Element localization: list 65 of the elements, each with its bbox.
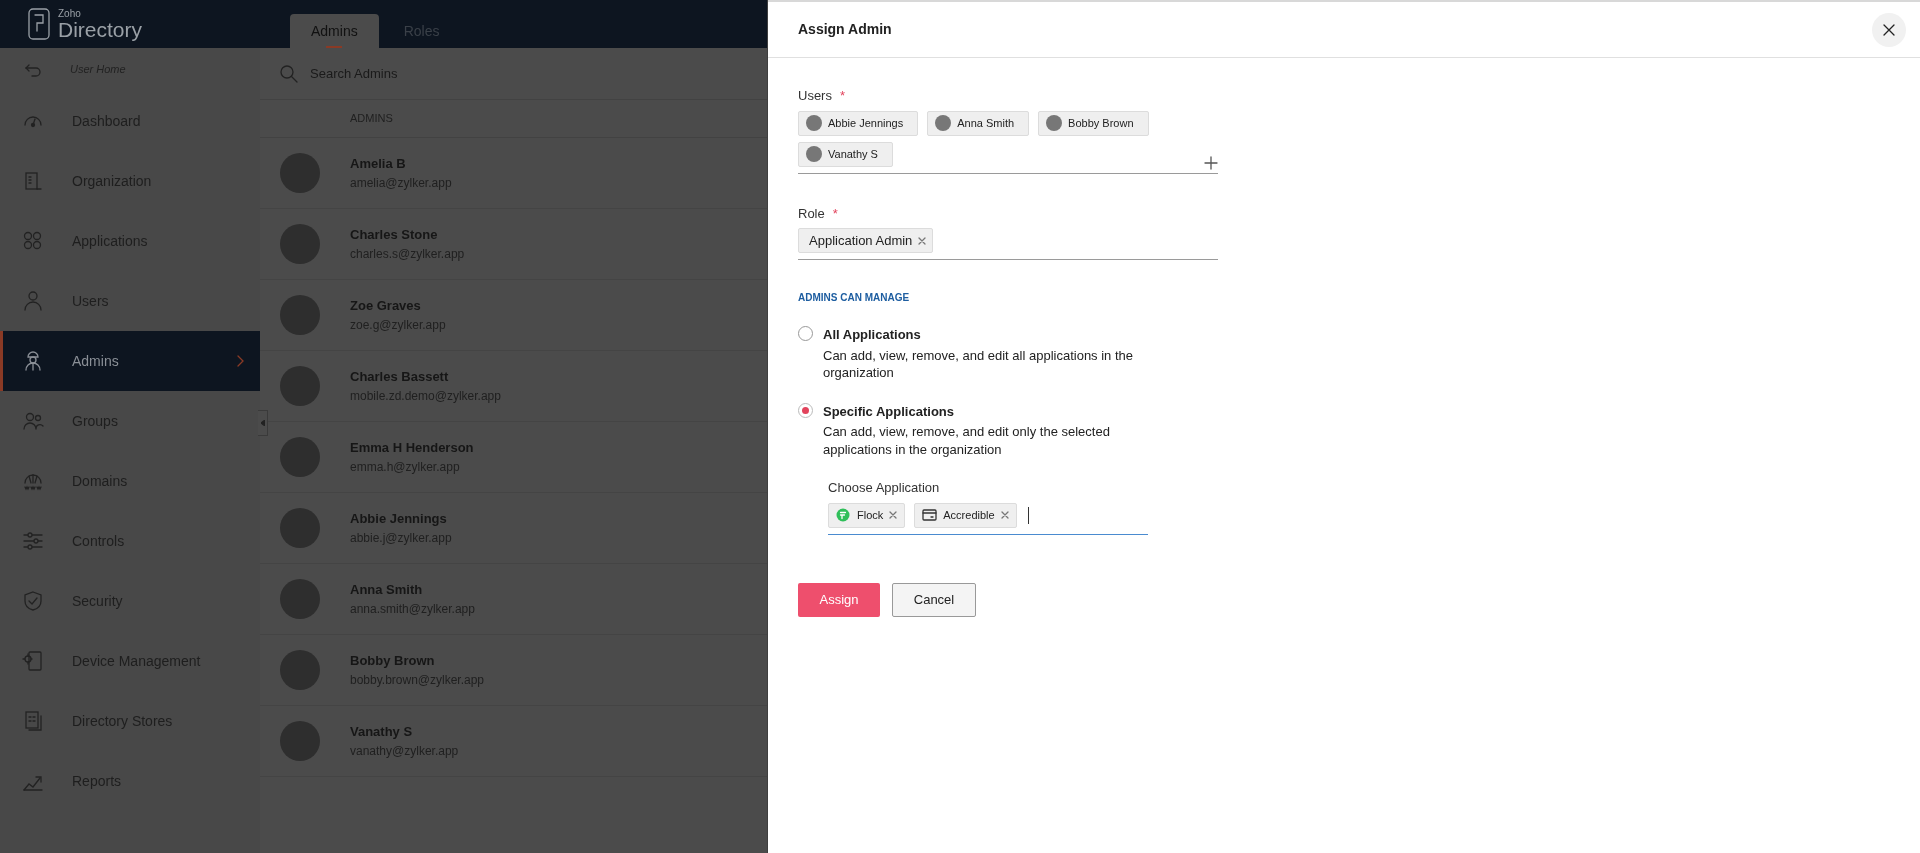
application-field[interactable]: Flock Accredible xyxy=(828,497,1148,535)
close-button[interactable] xyxy=(1872,12,1906,47)
field-label: Choose Application xyxy=(828,479,941,498)
remove-icon xyxy=(1000,511,1009,520)
device-icon xyxy=(22,650,44,672)
text-cursor xyxy=(1027,506,1029,524)
avatar xyxy=(280,224,320,264)
flock-logo-icon xyxy=(836,508,851,523)
application-chip[interactable]: Flock xyxy=(828,502,906,528)
required-mark: * xyxy=(832,204,838,223)
users-field[interactable]: Abbie Jennings Anna Smith Bobby Brown Vanathy S xyxy=(798,105,1218,174)
role-field[interactable]: Application Admin xyxy=(798,223,1218,260)
option-description: Can add, view, remove, and edit only the selected applications in the organization xyxy=(823,423,1111,459)
cancel-button[interactable]: Cancel xyxy=(892,582,976,617)
section-heading: ADMINS CAN MANAGE xyxy=(798,291,911,305)
user-chip[interactable]: Anna Smith xyxy=(927,110,1030,136)
application-chip[interactable]: Accredible xyxy=(914,502,1017,528)
building-icon xyxy=(22,170,44,192)
avatar xyxy=(280,295,320,335)
worker-icon xyxy=(22,350,44,372)
avatar xyxy=(280,579,320,619)
sliders-icon xyxy=(22,530,44,552)
avatar xyxy=(806,115,822,131)
user-chip[interactable]: Vanathy S xyxy=(798,141,893,167)
chevron-right-icon xyxy=(236,355,244,367)
card-icon xyxy=(922,508,938,523)
remove-icon xyxy=(889,511,898,520)
collapse-handle[interactable] xyxy=(258,410,268,436)
field-label: Users xyxy=(798,87,832,105)
avatar xyxy=(280,366,320,406)
avatar xyxy=(280,721,320,761)
required-mark: * xyxy=(839,87,845,105)
sidebar-item[interactable]: Admins xyxy=(0,331,260,391)
avatar xyxy=(935,115,952,131)
field-label: Role xyxy=(798,204,825,223)
remove-icon xyxy=(918,236,927,245)
search-icon xyxy=(280,64,298,83)
shield-icon xyxy=(22,590,44,612)
tab[interactable]: Admins xyxy=(290,14,379,48)
avatar xyxy=(1046,115,1063,131)
logo-text: Directory xyxy=(58,18,142,40)
avatar xyxy=(806,146,822,162)
option-description: Can add, view, remove, and edit all applications in the organization xyxy=(823,346,1135,382)
avatar xyxy=(280,650,320,690)
option-title: Specific Applications xyxy=(823,402,955,421)
person-icon xyxy=(22,290,44,312)
avatar xyxy=(280,508,320,548)
radio-button[interactable] xyxy=(798,326,813,341)
people-icon xyxy=(22,410,44,432)
user-chip[interactable]: Bobby Brown xyxy=(1038,110,1149,136)
radio-button[interactable] xyxy=(798,402,813,418)
plus-icon xyxy=(1204,155,1218,170)
logo-text: Zoho xyxy=(58,8,82,19)
role-chip[interactable]: Application Admin xyxy=(798,228,934,253)
dialog-title: Assign Admin xyxy=(798,20,892,39)
document-icon xyxy=(22,710,44,732)
logo-icon xyxy=(26,7,52,41)
close-icon xyxy=(1883,23,1895,36)
user-chip[interactable]: Abbie Jennings xyxy=(798,110,919,136)
avatar xyxy=(280,153,320,193)
grid-icon xyxy=(22,230,44,252)
option-title: All Applications xyxy=(823,326,922,344)
back-arrow-icon xyxy=(24,62,42,77)
assign-button[interactable]: Assign xyxy=(798,582,880,617)
avatar xyxy=(280,437,320,477)
